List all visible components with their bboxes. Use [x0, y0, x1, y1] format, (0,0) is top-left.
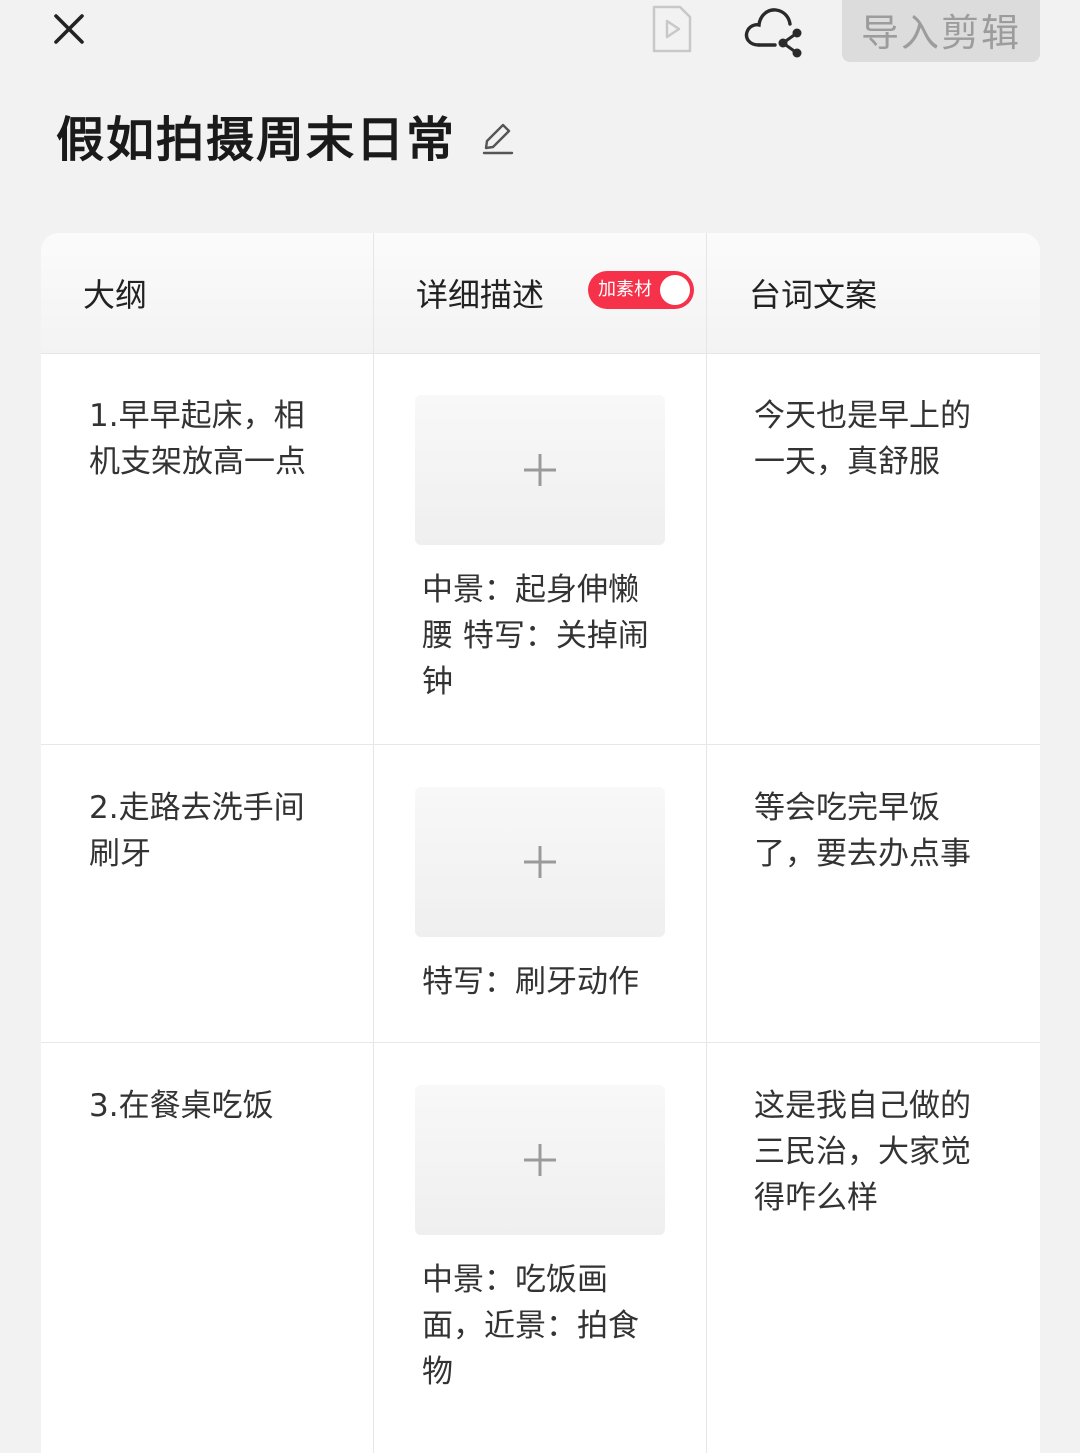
- toggle-label: 加素材: [598, 279, 652, 300]
- header-outline: 大纲: [83, 276, 148, 314]
- plus-icon: [524, 846, 556, 878]
- table-row: 2.走路去洗手间刷牙 特写：刷牙动作 等会吃完早饭了，要去办点事: [41, 745, 1040, 1043]
- toggle-knob: [660, 275, 690, 305]
- script-cell[interactable]: 等会吃完早饭了，要去办点事: [754, 785, 994, 877]
- storyboard-table: 大纲 详细描述 加素材 台词文案 1.早早起床，相机支架放高一点 中景：起身伸懒…: [41, 233, 1040, 1453]
- outline-cell[interactable]: 2.走路去洗手间刷牙: [89, 785, 329, 877]
- add-material-toggle[interactable]: 加素材: [588, 271, 694, 309]
- table-row: 1.早早起床，相机支架放高一点 中景：起身伸懒腰 特写：关掉闹钟 今天也是早上的…: [41, 353, 1040, 745]
- plus-icon: [524, 1144, 556, 1176]
- title-row: 假如拍摄周末日常: [56, 100, 518, 170]
- table-header: 大纲 详细描述 加素材 台词文案: [41, 233, 1040, 354]
- detail-cell[interactable]: 中景：起身伸懒腰 特写：关掉闹钟: [422, 567, 662, 705]
- add-material-button[interactable]: [415, 395, 665, 545]
- add-material-button[interactable]: [415, 1085, 665, 1235]
- script-cell[interactable]: 今天也是早上的一天，真舒服: [754, 393, 994, 485]
- page-title: 假如拍摄周末日常: [56, 112, 457, 168]
- script-cell[interactable]: 这是我自己做的三民治，大家觉得咋么样: [754, 1083, 994, 1221]
- detail-cell[interactable]: 中景：吃饭画面，近景：拍食物: [422, 1257, 662, 1395]
- header-detail: 详细描述 加素材: [374, 233, 707, 353]
- pencil-icon: [482, 123, 514, 155]
- import-edit-button[interactable]: 导入剪辑: [842, 0, 1040, 62]
- outline-cell[interactable]: 1.早早起床，相机支架放高一点: [89, 393, 329, 485]
- cloud-share-button[interactable]: [738, 0, 810, 62]
- top-bar: 导入剪辑: [0, 0, 1080, 70]
- cloud-share-icon: [744, 8, 802, 58]
- edit-title-button[interactable]: [478, 112, 518, 158]
- detail-cell[interactable]: 特写：刷牙动作: [422, 959, 662, 1005]
- add-material-button[interactable]: [415, 787, 665, 937]
- close-icon: [54, 14, 84, 44]
- table-row: 3.在餐桌吃饭 中景：吃饭画面，近景：拍食物 这是我自己做的三民治，大家觉得咋么…: [41, 1043, 1040, 1453]
- close-button[interactable]: [46, 6, 92, 52]
- header-script: 台词文案: [749, 276, 878, 314]
- header-detail-label: 详细描述: [416, 276, 545, 314]
- play-file-icon: [652, 5, 692, 53]
- plus-icon: [524, 454, 556, 486]
- outline-cell[interactable]: 3.在餐桌吃饭: [89, 1083, 329, 1129]
- preview-button[interactable]: [642, 0, 702, 58]
